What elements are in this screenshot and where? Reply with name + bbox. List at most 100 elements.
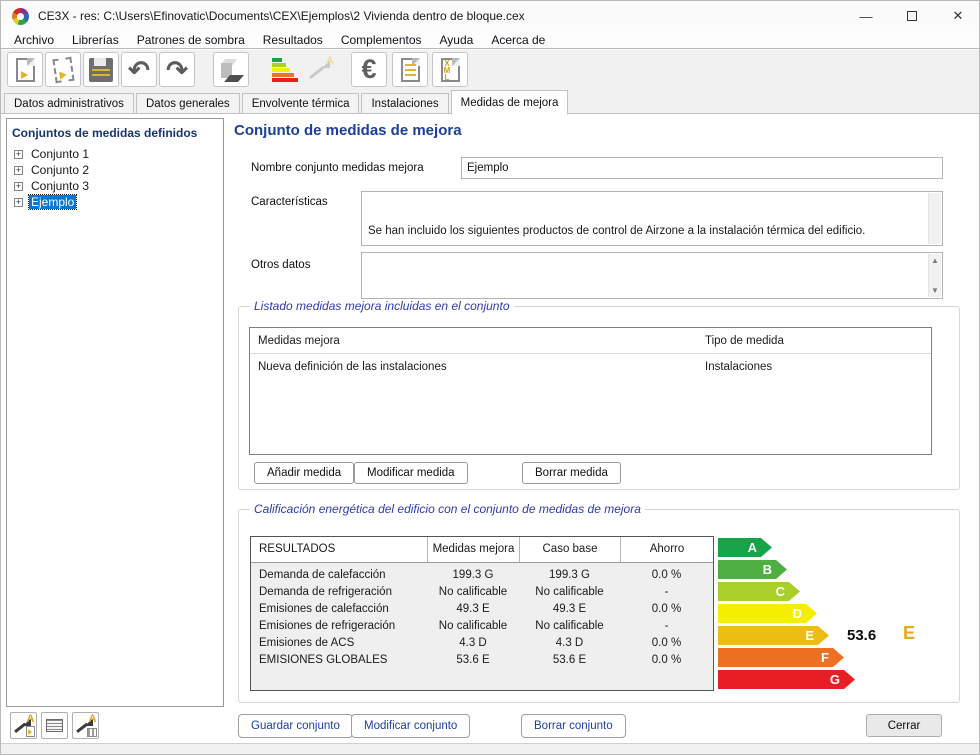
result-row-emisiones-acs: Emisiones de ACS4.3 D4.3 D0.0 % [251,635,713,652]
cost-euro-button[interactable]: € [351,52,387,87]
modify-set-button[interactable]: Modificar conjunto [351,714,470,738]
building-3d-icon [219,57,243,83]
save-set-button[interactable]: Guardar conjunto [238,714,353,738]
menu-bar: Archivo Librerías Patrones de sombra Res… [1,31,980,49]
measures-groupbox: Listado medidas mejora incluidas en el c… [238,306,960,490]
tab-datos-administrativos[interactable]: Datos administrativos [4,93,134,114]
improve-rating-button-disabled: A [303,52,339,87]
tree-header: Conjuntos de medidas definidos [12,126,223,140]
otros-datos-textarea[interactable]: ▲ ▼ [361,252,943,299]
improve-measure-doc-button[interactable]: A [10,712,37,739]
otros-datos-label: Otros datos [251,259,310,271]
maximize-icon [907,11,917,21]
maximize-button[interactable] [889,1,935,31]
tree-item-ejemplo[interactable]: + Ejemplo [14,194,223,210]
col-ahorro: Ahorro [620,537,713,562]
open-file-icon [52,56,74,82]
caracteristicas-textarea[interactable]: Se han incluido los siguientes productos… [361,191,943,246]
sidebar-toolbar: A A [10,712,99,739]
measures-list-button[interactable] [41,712,68,739]
rating-group-title: Calificación energética del edificio con… [250,502,645,516]
add-measure-button[interactable]: Añadir medida [254,462,354,484]
expand-plus-icon[interactable]: + [14,182,23,191]
result-row-emisiones-calefaccion: Emisiones de calefacción49.3 E49.3 E0.0 … [251,601,713,618]
results-table-header: RESULTADOS Medidas mejora Caso base Ahor… [251,537,713,563]
menu-librerias[interactable]: Librerías [63,33,128,47]
title-bar: CE3X - res: C:\Users\Efinovatic\Document… [1,1,980,31]
caracteristicas-scrollbar[interactable] [928,193,941,244]
scroll-down-icon[interactable]: ▼ [929,286,941,295]
redo-button[interactable]: ↷ [159,52,195,87]
menu-patrones-de-sombra[interactable]: Patrones de sombra [128,33,254,47]
report-button[interactable] [392,52,428,87]
status-bar [1,743,980,755]
undo-button[interactable]: ↶ [121,52,157,87]
delete-set-button[interactable]: Borrar conjunto [521,714,626,738]
result-row-demanda-refrigeracion: Demanda de refrigeraciónNo calificableNo… [251,584,713,601]
improve-measure-building-button[interactable]: A [72,712,99,739]
result-row-emisiones-globales: EMISIONES GLOBALES53.6 E53.6 E0.0 % [251,652,713,669]
scroll-up-icon[interactable]: ▲ [929,256,941,265]
menu-resultados[interactable]: Resultados [254,33,332,47]
tree-item-conjunto-2[interactable]: + Conjunto 2 [14,162,223,178]
minimize-icon: — [860,9,873,24]
nombre-label: Nombre conjunto medidas mejora [251,162,424,174]
euro-icon: € [361,54,376,85]
tree-item-conjunto-1[interactable]: + Conjunto 1 [14,146,223,162]
open-file-button[interactable] [45,52,81,87]
window-title: CE3X - res: C:\Users\Efinovatic\Document… [38,9,525,23]
measures-table: Medidas mejora Tipo de medida Nueva defi… [249,327,932,455]
tab-datos-generales[interactable]: Datos generales [136,93,240,114]
rating-groupbox: Calificación energética del edificio con… [238,509,960,703]
menu-acerca-de[interactable]: Acerca de [482,33,554,47]
energy-rating-button[interactable] [267,52,303,87]
measures-table-row[interactable]: Nueva definición de las instalaciones In… [250,354,931,380]
improve-building-icon: A [75,715,97,737]
save-button[interactable] [83,52,119,87]
measures-table-header: Medidas mejora Tipo de medida [250,328,931,354]
energy-bar-b: B [718,560,787,579]
tab-medidas-de-mejora[interactable]: Medidas de mejora [451,90,569,115]
report-icon [401,58,420,82]
menu-ayuda[interactable]: Ayuda [431,33,483,47]
building-3d-button[interactable] [213,52,249,87]
close-button[interactable]: ✕ [935,1,980,31]
new-file-button[interactable] [7,52,43,87]
close-panel-button[interactable]: Cerrar [866,714,942,737]
results-table: RESULTADOS Medidas mejora Caso base Ahor… [250,536,714,691]
tab-bar: Datos administrativos Datos generales En… [1,89,980,114]
tab-envolvente-termica[interactable]: Envolvente térmica [242,93,360,114]
tree-item-conjunto-3[interactable]: + Conjunto 3 [14,178,223,194]
page-title: Conjunto de medidas de mejora [234,122,462,139]
list-table-icon [46,719,63,732]
xml-file-icon: XML [441,58,460,82]
toolbar: ↶ ↷ A € XML [1,50,980,89]
otros-datos-scrollbar[interactable]: ▲ ▼ [928,254,941,297]
save-floppy-icon [89,58,113,82]
redo-icon: ↷ [166,57,188,83]
app-window: CE3X - res: C:\Users\Efinovatic\Document… [0,0,980,755]
expand-plus-icon[interactable]: + [14,166,23,175]
menu-archivo[interactable]: Archivo [5,33,63,47]
col-medidas-mejora: Medidas mejora [427,537,519,562]
expand-plus-icon[interactable]: + [14,150,23,159]
col-caso-base: Caso base [519,537,620,562]
measures-group-title: Listado medidas mejora incluidas en el c… [250,299,514,313]
rating-value: 53.6 [847,627,876,644]
measure-sets-panel: Conjuntos de medidas definidos + Conjunt… [6,118,224,707]
delete-measure-button[interactable]: Borrar medida [522,462,621,484]
tab-instalaciones[interactable]: Instalaciones [361,93,448,114]
close-icon: ✕ [953,8,964,24]
modify-measure-button[interactable]: Modificar medida [354,462,468,484]
energy-label-icon [272,58,298,82]
app-logo-icon [12,8,29,25]
minimize-button[interactable]: — [843,1,889,31]
energy-bar-c: C [718,582,800,601]
improve-arrow-icon: A [308,57,334,83]
nombre-input[interactable] [461,157,943,179]
menu-complementos[interactable]: Complementos [332,33,431,47]
caracteristicas-label: Características [251,196,328,208]
xml-export-button[interactable]: XML [432,52,468,87]
energy-bar-e: E [718,626,829,645]
expand-plus-icon[interactable]: + [14,198,23,207]
